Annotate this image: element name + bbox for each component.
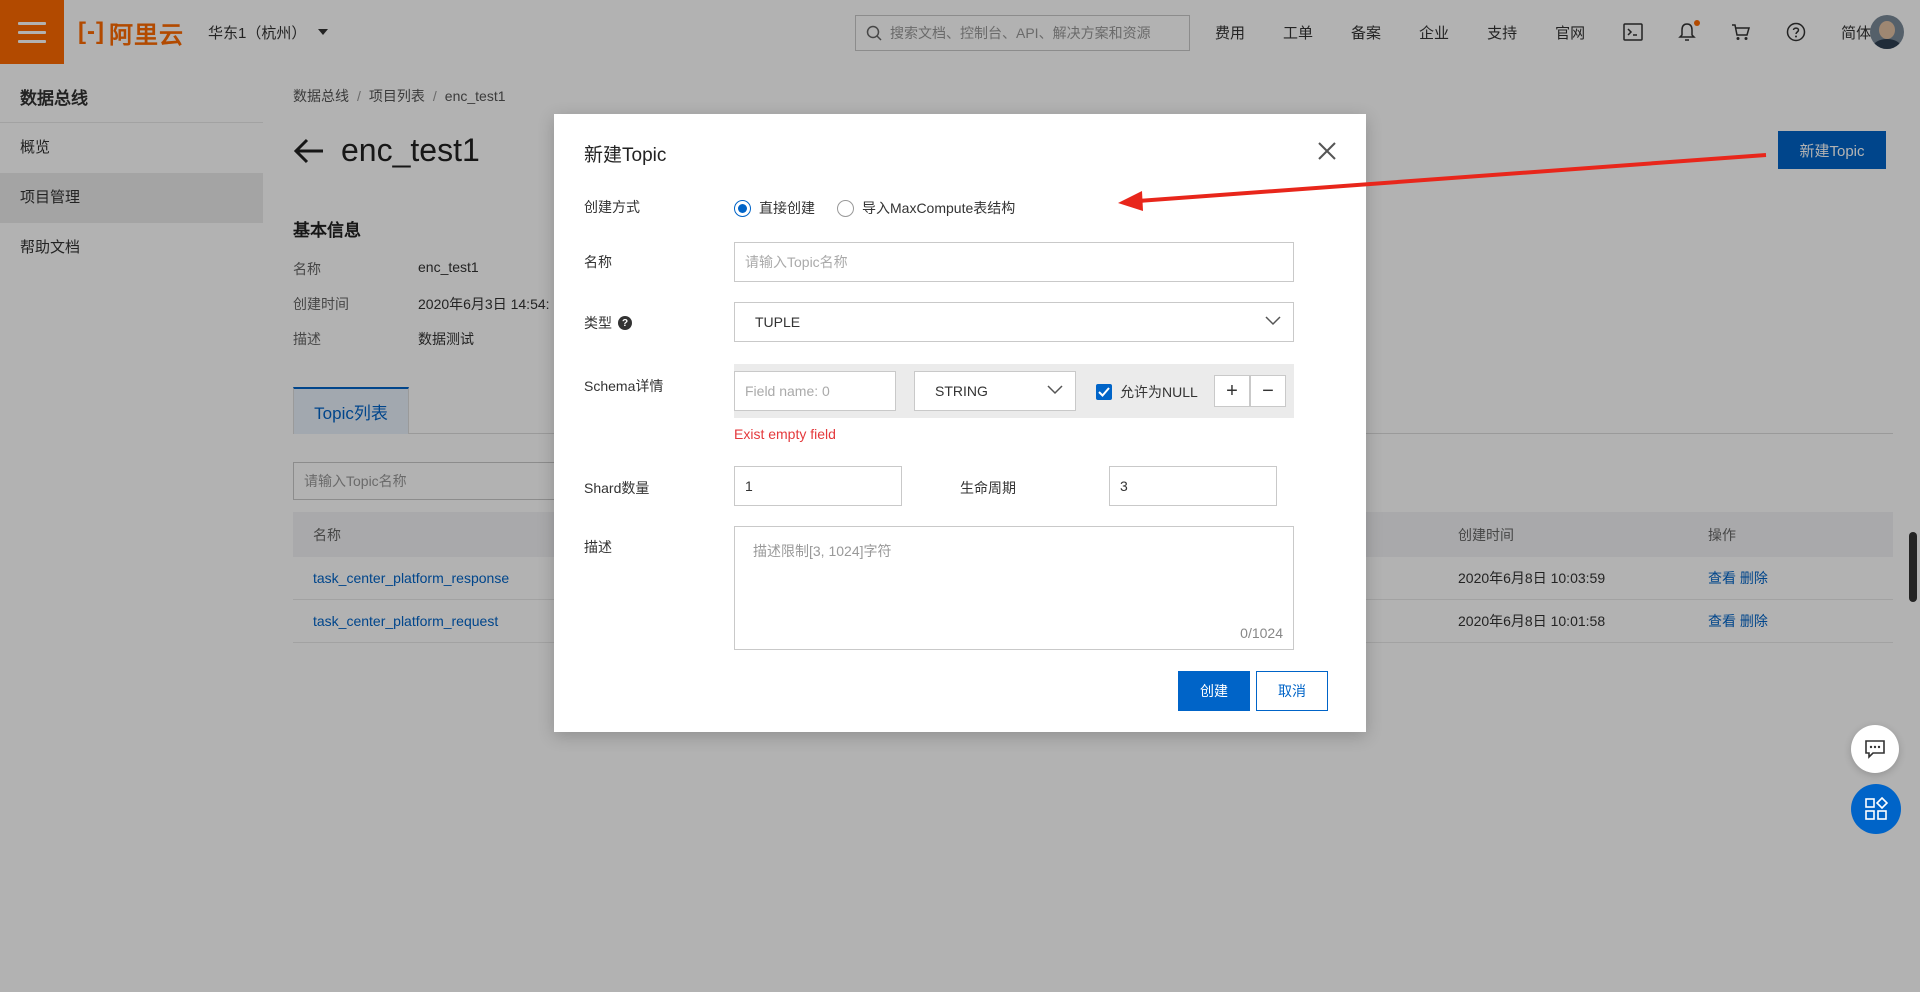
topic-name-input[interactable]: 请输入Topic名称 (734, 242, 1294, 282)
add-field-button[interactable]: + (1214, 375, 1250, 407)
remove-field-button[interactable]: − (1250, 375, 1286, 407)
apps-grid-icon (1865, 797, 1888, 820)
cancel-button[interactable]: 取消 (1256, 671, 1328, 711)
radio-import-maxcompute-label[interactable]: 导入MaxCompute表结构 (862, 198, 1015, 218)
new-topic-dialog: 新建Topic 创建方式 直接创建 导入MaxCompute表结构 名称 请输入… (554, 114, 1366, 732)
radio-import-maxcompute[interactable] (837, 199, 854, 217)
shard-count-input[interactable]: 1 (734, 466, 902, 506)
radio-direct-create-label[interactable]: 直接创建 (759, 198, 815, 218)
type-select-value: TUPLE (755, 314, 801, 330)
description-label: 描述 (584, 539, 612, 555)
lifecycle-label: 生命周期 (960, 480, 1016, 496)
description-placeholder: 描述限制[3, 1024]字符 (753, 543, 892, 559)
create-mode-label: 创建方式 (584, 199, 640, 215)
allow-null-checkbox[interactable]: 允许为NULL (1096, 382, 1198, 402)
type-label: 类型 (584, 315, 612, 331)
schema-field-row: Field name: 0 STRING 允许为NULL + − (734, 364, 1294, 418)
allow-null-label[interactable]: 允许为NULL (1120, 382, 1198, 402)
field-type-value: STRING (935, 383, 988, 399)
description-textarea[interactable]: 描述限制[3, 1024]字符 0/1024 (734, 526, 1294, 650)
description-char-count: 0/1024 (1240, 625, 1283, 641)
dialog-title: 新建Topic (584, 145, 667, 166)
chevron-down-icon (1265, 316, 1281, 326)
create-mode-radio-group: 直接创建 导入MaxCompute表结构 (734, 198, 1015, 218)
schema-label: Schema详情 (584, 378, 664, 394)
apps-button[interactable] (1851, 784, 1901, 834)
field-type-select[interactable]: STRING (914, 371, 1076, 411)
name-label: 名称 (584, 254, 612, 270)
chat-button[interactable] (1851, 725, 1899, 773)
close-icon[interactable] (1316, 140, 1338, 162)
type-label-row: 类型 ? (584, 313, 632, 333)
schema-error-message: Exist empty field (734, 426, 836, 442)
question-icon[interactable]: ? (618, 316, 632, 330)
chevron-down-icon (1047, 385, 1063, 395)
field-name-input[interactable]: Field name: 0 (734, 371, 896, 411)
chat-icon (1865, 740, 1885, 759)
shard-label: Shard数量 (584, 480, 650, 496)
checkbox-checked-icon[interactable] (1096, 384, 1112, 400)
type-select[interactable]: TUPLE (734, 302, 1294, 342)
radio-direct-create[interactable] (734, 199, 751, 217)
create-button[interactable]: 创建 (1178, 671, 1250, 711)
lifecycle-input[interactable]: 3 (1109, 466, 1277, 506)
